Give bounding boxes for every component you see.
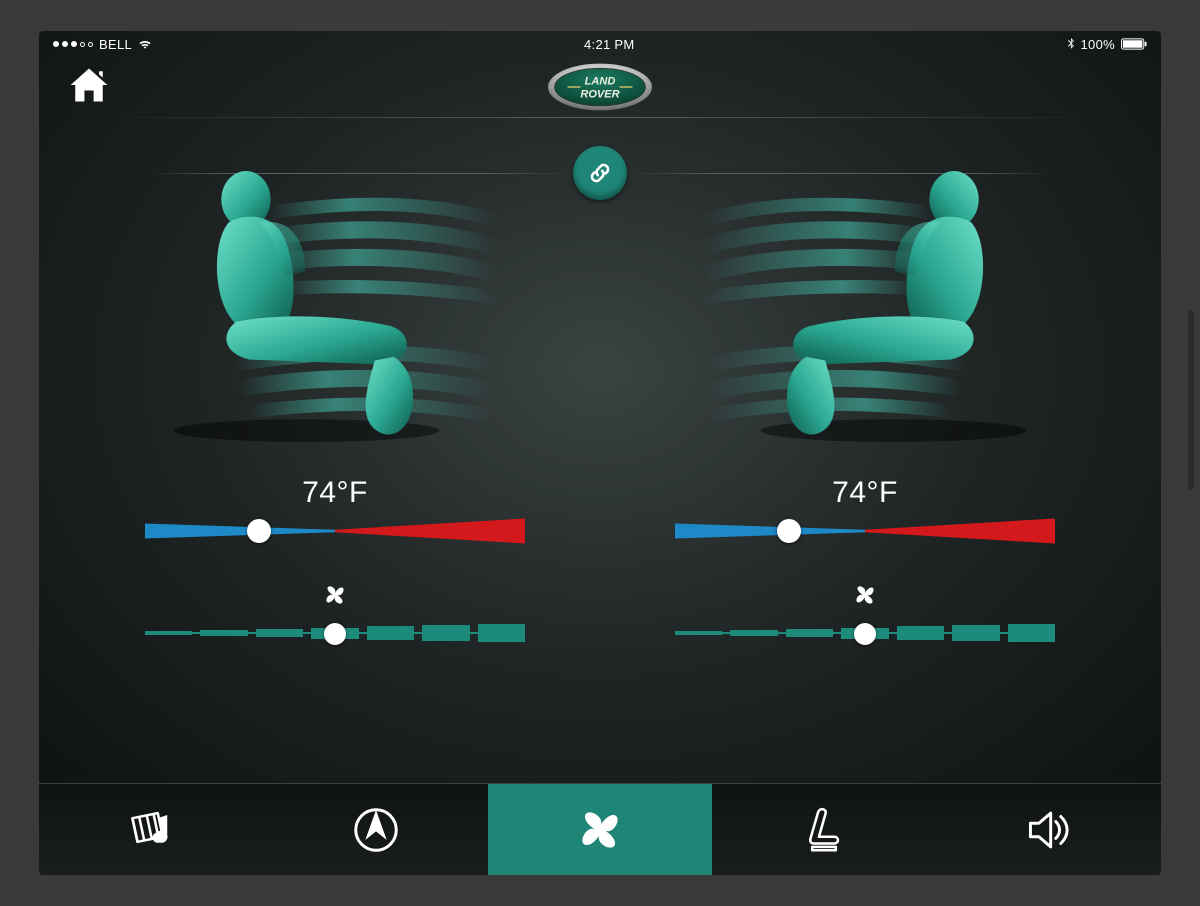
media-tab[interactable] <box>39 784 263 875</box>
fan-icon <box>115 582 555 613</box>
battery-icon <box>1121 38 1147 50</box>
climate-tab[interactable] <box>488 784 712 875</box>
fan-thumb[interactable] <box>854 623 876 645</box>
fan-thumb[interactable] <box>324 623 346 645</box>
speaker-icon <box>1022 803 1076 857</box>
fan-tick[interactable] <box>145 621 192 647</box>
compass-icon <box>349 803 403 857</box>
status-bar: BELL 4:21 PM 100% <box>39 31 1161 57</box>
fan-tick[interactable] <box>478 621 525 647</box>
tablet-frame: BELL 4:21 PM 100% <box>0 0 1200 906</box>
clock: 4:21 PM <box>584 37 635 52</box>
fan-tick[interactable] <box>256 621 303 647</box>
climate-panel: 74°F <box>39 118 1161 783</box>
right-climate-zone: 74°F <box>645 128 1085 647</box>
bluetooth-icon <box>1067 38 1075 50</box>
media-icon <box>124 803 178 857</box>
bottom-nav <box>39 783 1161 875</box>
screen: BELL 4:21 PM 100% <box>39 31 1161 875</box>
sync-zones-button[interactable] <box>573 146 627 200</box>
carrier-label: BELL <box>99 37 132 52</box>
fan-tick[interactable] <box>786 621 833 647</box>
fan-tick[interactable] <box>897 621 944 647</box>
fan-icon <box>645 582 1085 613</box>
right-temp-slider[interactable] <box>675 516 1055 546</box>
left-temp-thumb[interactable] <box>247 519 271 543</box>
header: LAND ROVER <box>39 57 1161 117</box>
fan-tick[interactable] <box>367 621 414 647</box>
brand-logo: LAND ROVER <box>540 61 660 113</box>
audio-tab[interactable] <box>937 784 1161 875</box>
tablet-side-button <box>1188 310 1194 490</box>
seats-tab[interactable] <box>712 784 936 875</box>
left-fan-slider[interactable] <box>145 621 525 647</box>
battery-pct: 100% <box>1081 37 1115 52</box>
fan-tick[interactable] <box>675 621 722 647</box>
right-temp-readout: 74°F <box>645 476 1085 510</box>
right-fan-slider[interactable] <box>675 621 1055 647</box>
fan-tick[interactable] <box>1008 621 1055 647</box>
home-icon <box>67 63 111 107</box>
navigation-tab[interactable] <box>263 784 487 875</box>
signal-strength-icon <box>53 41 93 47</box>
left-climate-zone: 74°F <box>115 128 555 647</box>
link-icon <box>587 160 613 186</box>
fan-tick[interactable] <box>952 621 999 647</box>
left-temp-slider[interactable] <box>145 516 525 546</box>
svg-text:ROVER: ROVER <box>580 88 619 100</box>
right-temp-thumb[interactable] <box>777 519 801 543</box>
left-occupant-graphic <box>115 128 555 468</box>
left-temp-readout: 74°F <box>115 476 555 510</box>
fan-tick[interactable] <box>422 621 469 647</box>
home-button[interactable] <box>67 63 111 107</box>
right-occupant-graphic <box>645 128 1085 468</box>
fan-tick[interactable] <box>200 621 247 647</box>
seat-icon <box>797 803 851 857</box>
wifi-icon <box>138 39 152 50</box>
fan-icon <box>573 803 627 857</box>
fan-tick[interactable] <box>730 621 777 647</box>
svg-text:LAND: LAND <box>585 75 616 87</box>
